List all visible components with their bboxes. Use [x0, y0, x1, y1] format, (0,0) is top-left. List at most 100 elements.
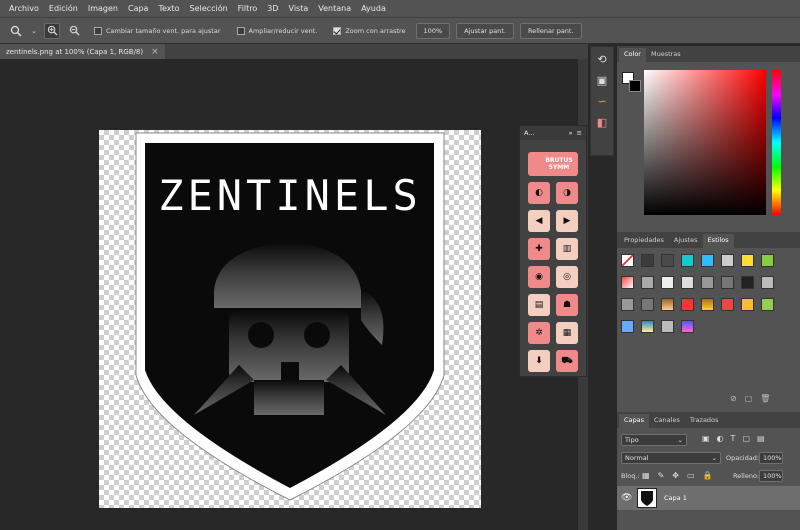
shape-filter-icon[interactable]: ▢	[742, 434, 750, 443]
fill-field[interactable]: 100%	[759, 470, 783, 482]
style-swatch[interactable]	[661, 276, 674, 289]
document-tab[interactable]: zentinels.png at 100% (Capa 1, RGB/8) ×	[0, 44, 165, 59]
style-swatch[interactable]	[721, 276, 734, 289]
style-swatch[interactable]	[621, 298, 634, 311]
resize-windows-checkbox[interactable]: Cambiar tamaño vent. para ajustar	[94, 26, 221, 35]
style-swatch[interactable]	[701, 276, 714, 289]
tab-trazados[interactable]: Trazados	[685, 414, 724, 428]
tab-muestras[interactable]: Muestras	[646, 48, 686, 62]
zoom-value-field[interactable]: 100%	[415, 22, 451, 39]
speaker-right-icon[interactable]: ▶	[556, 210, 578, 232]
new-style-icon[interactable]: ▢	[745, 394, 753, 403]
zoom-in-icon[interactable]	[44, 22, 60, 39]
style-swatch[interactable]	[661, 298, 674, 311]
style-swatch[interactable]	[621, 320, 634, 333]
menu-ayuda[interactable]: Ayuda	[356, 0, 391, 17]
collapse-icon[interactable]: »	[569, 129, 573, 137]
document-image[interactable]: ZENTINELS	[99, 130, 481, 508]
style-swatch[interactable]	[741, 276, 754, 289]
smart-filter-icon[interactable]: ▤	[757, 434, 765, 443]
menu-imagen[interactable]: Imagen	[83, 0, 123, 17]
lock-paint-icon[interactable]: ✎	[658, 471, 665, 480]
zoom-tool-icon[interactable]	[8, 23, 24, 39]
style-swatch[interactable]	[761, 254, 774, 267]
tab-propiedades[interactable]: Propiedades	[619, 234, 669, 248]
style-swatch[interactable]	[641, 320, 654, 333]
opacity-field[interactable]: 100%	[759, 452, 783, 464]
checkbox-box[interactable]	[236, 26, 245, 35]
close-tab-icon[interactable]: ×	[151, 47, 159, 57]
menu-ventana[interactable]: Ventana	[313, 0, 356, 17]
zoom-out-icon[interactable]	[66, 23, 82, 39]
style-swatch[interactable]	[721, 298, 734, 311]
style-swatch[interactable]	[761, 298, 774, 311]
tab-estilos[interactable]: Estilos	[702, 234, 734, 248]
style-swatch[interactable]	[701, 298, 714, 311]
adjustment-filter-icon[interactable]: ◐	[717, 434, 724, 443]
menu-edicion[interactable]: Edición	[44, 0, 83, 17]
headphones-left-icon[interactable]: ◐	[528, 182, 550, 204]
disc-icon[interactable]: ◉	[528, 266, 550, 288]
no-style-icon[interactable]: ⊘	[730, 394, 737, 403]
style-swatch[interactable]	[721, 254, 734, 267]
style-swatch[interactable]	[681, 320, 694, 333]
camera-icon[interactable]: ▤	[528, 294, 550, 316]
delete-style-icon[interactable]: 🗑	[760, 394, 770, 403]
style-swatch[interactable]	[701, 254, 714, 267]
artboard-icon[interactable]: ▭	[687, 471, 695, 480]
style-swatch[interactable]	[681, 254, 694, 267]
layer-name[interactable]: Capa 1	[664, 494, 687, 502]
menu-seleccion[interactable]: Selección	[185, 0, 233, 17]
style-swatch[interactable]	[761, 276, 774, 289]
trash-icon[interactable]: ▥	[556, 238, 578, 260]
menu-archivo[interactable]: Archivo	[4, 0, 44, 17]
lock-all-icon[interactable]: 🔒	[703, 471, 713, 480]
history-icon[interactable]: ⟲	[593, 50, 611, 68]
style-swatch[interactable]	[741, 298, 754, 311]
fill-screen-button[interactable]: Rellenar pant.	[520, 22, 582, 39]
robot-icon[interactable]: ☗	[556, 294, 578, 316]
wheel-icon[interactable]: ✲	[528, 322, 550, 344]
checkbox-box-checked[interactable]	[333, 26, 342, 35]
style-swatch[interactable]	[621, 276, 634, 289]
style-swatch[interactable]	[681, 298, 694, 311]
type-filter-icon[interactable]: T	[731, 434, 736, 443]
layer-thumbnail[interactable]	[637, 488, 657, 508]
hue-slider[interactable]	[772, 70, 781, 215]
menu-capa[interactable]: Capa	[123, 0, 153, 17]
shapes-icon[interactable]: ◧	[593, 113, 611, 131]
style-swatch[interactable]	[661, 254, 674, 267]
lock-move-icon[interactable]: ✥	[672, 471, 679, 480]
checkbox-box[interactable]	[94, 26, 102, 35]
grid-icon[interactable]: ✚	[528, 238, 550, 260]
chevron-down-icon[interactable]: ⌄	[30, 23, 38, 39]
tab-capas[interactable]: Capas	[619, 414, 650, 428]
color-picker-field[interactable]	[644, 70, 766, 215]
scrubby-zoom-checkbox[interactable]: Zoom con arrastre	[333, 26, 406, 35]
cart-icon[interactable]: ⛟	[556, 350, 578, 372]
style-swatch[interactable]	[681, 276, 694, 289]
style-swatch[interactable]	[641, 276, 654, 289]
style-swatch[interactable]	[661, 320, 674, 333]
tab-color[interactable]: Color	[619, 48, 646, 62]
menu-texto[interactable]: Texto	[153, 0, 184, 17]
fit-screen-button[interactable]: Ajustar pant.	[456, 22, 515, 39]
menu-filtro[interactable]: Filtro	[233, 0, 263, 17]
background-color-swatch[interactable]	[629, 80, 641, 92]
panel-menu-icon[interactable]: ≡	[577, 129, 582, 137]
menu-3d[interactable]: 3D	[262, 0, 283, 17]
eye-icon[interactable]: 👁	[621, 493, 632, 503]
style-swatch[interactable]	[621, 254, 634, 267]
lock-transparency-icon[interactable]: ▦	[642, 471, 650, 480]
download-icon[interactable]: ⬇	[528, 350, 550, 372]
tab-ajustes[interactable]: Ajustes	[669, 234, 703, 248]
tab-canales[interactable]: Canales	[649, 414, 685, 428]
headphones-right-icon[interactable]: ◑	[556, 182, 578, 204]
floating-panel-header[interactable]: A... » ≡	[520, 126, 586, 140]
style-swatch[interactable]	[741, 254, 754, 267]
3d-icon[interactable]: ▣	[593, 71, 611, 89]
timer-icon[interactable]: ◎	[556, 266, 578, 288]
menu-vista[interactable]: Vista	[284, 0, 314, 17]
brush-settings-icon[interactable]: ∽	[593, 92, 611, 110]
layer-filter-select[interactable]: Tipo ⌄	[621, 434, 687, 446]
